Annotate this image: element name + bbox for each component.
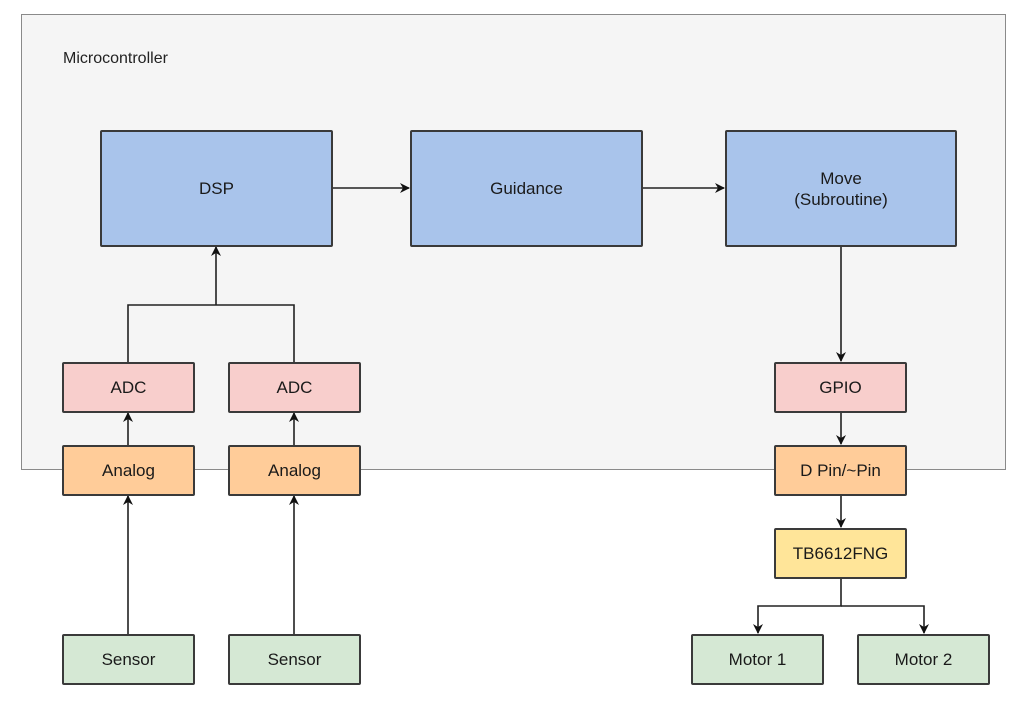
block-diagram: Microcontroller DSP Guidance Move (Subro… xyxy=(0,0,1030,709)
node-tb6612fng-driver[interactable]: TB6612FNG xyxy=(774,528,907,579)
node-motor-2[interactable]: Motor 2 xyxy=(857,634,990,685)
edge-driver-motor1 xyxy=(753,578,842,634)
node-move-subroutine[interactable]: Move (Subroutine) xyxy=(725,130,957,247)
node-gpio[interactable]: GPIO xyxy=(774,362,907,413)
edges-layer xyxy=(123,183,929,634)
node-motor-1[interactable]: Motor 1 xyxy=(691,634,824,685)
node-sensor-2[interactable]: Sensor xyxy=(228,634,361,685)
edge-adc1-dsp xyxy=(127,304,216,362)
node-adc-1[interactable]: ADC xyxy=(62,362,195,413)
node-analog-2[interactable]: Analog xyxy=(228,445,361,496)
node-sensor-1[interactable]: Sensor xyxy=(62,634,195,685)
node-analog-1[interactable]: Analog xyxy=(62,445,195,496)
node-guidance[interactable]: Guidance xyxy=(410,130,643,247)
edge-adc2-dsp xyxy=(216,304,295,362)
node-d-pin[interactable]: D Pin/~Pin xyxy=(774,445,907,496)
node-adc-2[interactable]: ADC xyxy=(228,362,361,413)
node-dsp[interactable]: DSP xyxy=(100,130,333,247)
edge-driver-motor2 xyxy=(841,605,929,634)
